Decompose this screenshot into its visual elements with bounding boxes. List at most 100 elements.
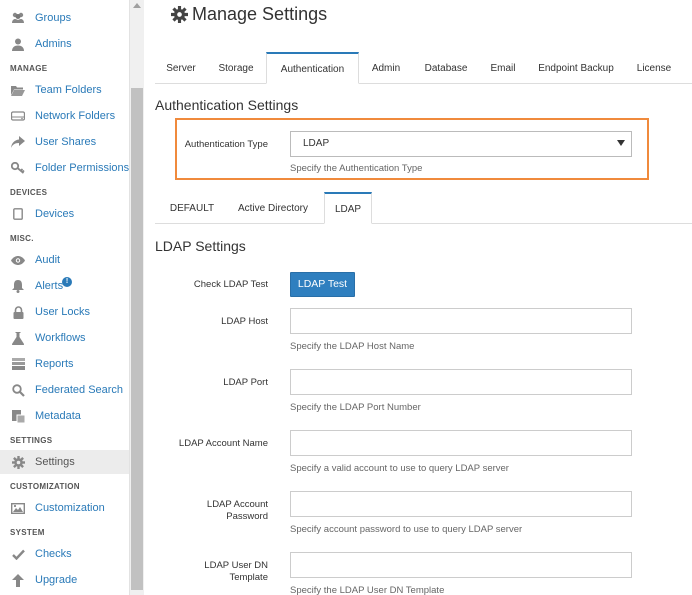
sidebar-item-devices[interactable]: Devices bbox=[0, 202, 129, 226]
tab-database[interactable]: Database bbox=[417, 53, 475, 84]
check-ldap-test-label: Check LDAP Test bbox=[193, 279, 268, 290]
caret-down-icon bbox=[617, 140, 625, 146]
sidebar-item-checks[interactable]: Checks bbox=[0, 542, 129, 566]
admin-icon bbox=[11, 37, 25, 51]
bell-icon bbox=[11, 279, 25, 293]
sidebar-item-federated-search[interactable]: Federated Search bbox=[0, 378, 129, 402]
sidebar-item-label: Team Folders bbox=[35, 84, 102, 96]
tab-authentication[interactable]: Authentication bbox=[266, 52, 359, 84]
sidebar-item-label: Reports bbox=[35, 358, 74, 370]
ldap-account-name-help: Specify a valid account to use to query … bbox=[290, 463, 509, 474]
ldap-account-password-input[interactable] bbox=[290, 491, 632, 517]
tablet-icon bbox=[11, 207, 25, 221]
sidebar-item-customization[interactable]: Customization bbox=[0, 496, 129, 520]
ldap-port-label: LDAP Port bbox=[223, 377, 268, 388]
ldap-account-name-input[interactable] bbox=[290, 430, 632, 456]
authentication-type-select[interactable]: LDAP bbox=[290, 131, 632, 157]
search-icon bbox=[11, 383, 25, 397]
sidebar-item-label: Metadata bbox=[35, 410, 81, 422]
tab-endpoint-backup[interactable]: Endpoint Backup bbox=[533, 53, 619, 84]
sidebar-item-workflows[interactable]: Workflows bbox=[0, 326, 129, 350]
arrow-up-icon bbox=[11, 573, 25, 587]
sidebar-item-user-shares[interactable]: User Shares bbox=[0, 130, 129, 154]
section-header-devices: DEVICES bbox=[10, 188, 48, 197]
sidebar-item-label: Admins bbox=[35, 38, 72, 50]
gear-icon bbox=[171, 6, 188, 23]
sidebar-item-label: Customization bbox=[35, 502, 105, 514]
tab-server[interactable]: Server bbox=[160, 53, 202, 84]
ldap-host-label: LDAP Host bbox=[221, 316, 268, 327]
settings-tabs: Server Storage Authentication Admin Data… bbox=[155, 52, 692, 84]
section-header-system: SYSTEM bbox=[10, 528, 45, 537]
auth-method-tabs: DEFAULT Active Directory LDAP bbox=[155, 192, 692, 224]
authentication-type-value: LDAP bbox=[303, 138, 330, 149]
ldap-host-help: Specify the LDAP Host Name bbox=[290, 341, 415, 352]
hdd-icon bbox=[11, 109, 25, 123]
sidebar-item-label: Groups bbox=[35, 12, 72, 24]
alert-badge: ! bbox=[62, 277, 72, 287]
sidebar-item-team-folders[interactable]: Team Folders bbox=[0, 78, 129, 102]
sidebar-item-label: Devices bbox=[35, 208, 75, 220]
ldap-test-button[interactable]: LDAP Test bbox=[290, 272, 355, 297]
sidebar-item-label: User Shares bbox=[35, 136, 97, 148]
folder-open-icon bbox=[11, 83, 25, 97]
sidebar-item-label: Checks bbox=[35, 548, 72, 560]
sidebar-item-label: Upgrade bbox=[35, 574, 78, 586]
sidebar-item-reports[interactable]: Reports bbox=[0, 352, 129, 376]
subtab-active-directory[interactable]: Active Directory bbox=[231, 193, 315, 224]
metadata-icon bbox=[11, 409, 25, 423]
scroll-up-arrow-icon[interactable] bbox=[133, 3, 141, 8]
sidebar-item-label: Alerts bbox=[35, 280, 64, 292]
ldap-host-input[interactable] bbox=[290, 308, 632, 334]
sidebar-item-label: Federated Search bbox=[35, 384, 124, 396]
app-window: Groups Admins MANAGE Team Folders Networ… bbox=[0, 0, 692, 595]
page-title: Manage Settings bbox=[171, 4, 327, 25]
section-header-settings: SETTINGS bbox=[10, 436, 53, 445]
ldap-port-help: Specify the LDAP Port Number bbox=[290, 402, 421, 413]
page-title-text: Manage Settings bbox=[192, 4, 328, 24]
chart-icon bbox=[11, 357, 25, 371]
ldap-port-input[interactable] bbox=[290, 369, 632, 395]
share-icon bbox=[11, 135, 25, 149]
sidebar-item-folder-permissions[interactable]: Folder Permissions bbox=[0, 156, 129, 180]
section-header-manage: MANAGE bbox=[10, 64, 48, 73]
ldap-user-dn-template-input[interactable] bbox=[290, 552, 632, 578]
sidebar-item-alerts[interactable]: Alerts ! bbox=[0, 274, 129, 298]
sidebar-item-user-locks[interactable]: User Locks bbox=[0, 300, 129, 324]
subtab-default[interactable]: DEFAULT bbox=[169, 193, 215, 224]
sidebar-scroll-thumb[interactable] bbox=[131, 88, 143, 590]
sidebar-item-settings[interactable]: Settings bbox=[0, 450, 129, 474]
subtab-ldap[interactable]: LDAP bbox=[324, 192, 372, 224]
tab-admin[interactable]: Admin bbox=[365, 53, 407, 84]
section-header-customization: CUSTOMIZATION bbox=[10, 482, 80, 491]
ldap-user-dn-template-label: LDAP User DN Template bbox=[204, 560, 268, 583]
sidebar-item-metadata[interactable]: Metadata bbox=[0, 404, 129, 428]
sidebar-item-label: Folder Permissions bbox=[35, 162, 130, 174]
main-content: Manage Settings Server Storage Authentic… bbox=[145, 0, 692, 595]
sidebar-item-label: User Locks bbox=[35, 306, 91, 318]
sidebar-item-label: Settings bbox=[35, 456, 75, 468]
flask-icon bbox=[11, 331, 25, 345]
ldap-account-name-label: LDAP Account Name bbox=[178, 438, 268, 449]
users-icon bbox=[11, 11, 25, 25]
lock-icon bbox=[11, 305, 25, 319]
eye-icon bbox=[11, 253, 25, 267]
authentication-settings-title: Authentication Settings bbox=[155, 97, 299, 113]
sidebar-item-label: Audit bbox=[35, 254, 61, 266]
key-icon bbox=[11, 161, 25, 175]
sidebar-item-admins[interactable]: Admins bbox=[0, 32, 129, 56]
authentication-type-label: Authentication Type bbox=[184, 139, 268, 150]
section-header-misc: MISC. bbox=[10, 234, 34, 243]
ldap-account-password-help: Specify account password to use to query… bbox=[290, 524, 523, 535]
sidebar-item-label: Network Folders bbox=[35, 110, 116, 122]
sidebar-item-audit[interactable]: Audit bbox=[0, 248, 129, 272]
tab-license[interactable]: License bbox=[627, 53, 681, 84]
tab-email[interactable]: Email bbox=[481, 53, 525, 84]
ldap-account-password-label: LDAP Account Password bbox=[206, 499, 268, 522]
sidebar-item-upgrade[interactable]: Upgrade bbox=[0, 568, 129, 592]
tab-storage[interactable]: Storage bbox=[212, 53, 260, 84]
ldap-settings-title: LDAP Settings bbox=[155, 238, 246, 254]
sidebar-item-groups[interactable]: Groups bbox=[0, 6, 129, 30]
check-icon bbox=[11, 547, 25, 561]
sidebar-item-network-folders[interactable]: Network Folders bbox=[0, 104, 129, 128]
